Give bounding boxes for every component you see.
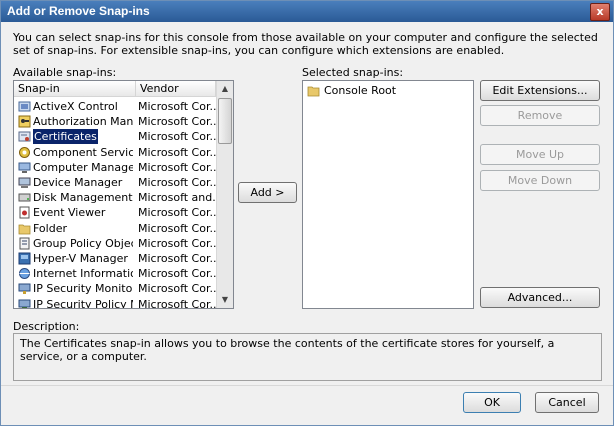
snapin-name: Event Viewer <box>33 206 106 220</box>
move-up-button[interactable]: Move Up <box>480 144 600 165</box>
window-title: Add or Remove Snap-ins <box>7 4 150 18</box>
edit-extensions-button[interactable]: Edit Extensions... <box>480 80 600 101</box>
snapin-vendor: Microsoft Cor... <box>138 176 220 189</box>
available-snapin-row[interactable]: Certificates Microsoft Cor... <box>14 129 220 145</box>
folder-icon <box>18 224 31 234</box>
available-snapin-row[interactable]: Event Viewer Microsoft Cor... <box>14 205 220 220</box>
advanced-button[interactable]: Advanced... <box>480 287 600 308</box>
available-snapin-row[interactable]: Computer Managem... Microsoft Cor... <box>14 160 220 175</box>
snapin-vendor: Microsoft Cor... <box>138 145 220 159</box>
remove-button[interactable]: Remove <box>480 105 600 126</box>
snapin-vendor: Microsoft Cor... <box>138 221 220 235</box>
snapin-vendor: Microsoft Cor... <box>138 236 220 250</box>
computer-management-icon <box>18 162 31 173</box>
available-snapin-row[interactable]: Internet Information... Microsoft Cor... <box>14 266 220 281</box>
description-text: The Certificates snap-in allows you to b… <box>20 337 555 363</box>
available-snapin-row[interactable]: IP Security Monitor Microsoft Cor... <box>14 281 220 296</box>
selected-snapins-label: Selected snap-ins: <box>302 66 404 79</box>
available-snapin-row[interactable]: ActiveX Control Microsoft Cor... <box>14 99 220 114</box>
snapin-name: Folder <box>33 221 67 235</box>
available-snapin-row[interactable]: Group Policy Object ... Microsoft Cor... <box>14 236 220 251</box>
iis-icon <box>19 268 30 280</box>
snapin-name: Certificates <box>33 129 98 145</box>
title-bar[interactable]: Add or Remove Snap-ins x <box>1 1 613 22</box>
snapin-name: Device Manager <box>33 176 123 189</box>
column-header-snapin[interactable]: Snap-in <box>14 81 136 97</box>
snapin-vendor: Microsoft Cor... <box>138 297 220 309</box>
description-label: Description: <box>13 320 80 333</box>
snapin-name: Internet Information... <box>33 267 133 281</box>
snapin-vendor: Microsoft Cor... <box>138 115 220 129</box>
snapin-vendor: Microsoft Cor... <box>138 130 220 144</box>
snapin-name: Component Services <box>33 145 133 159</box>
move-down-button[interactable]: Move Down <box>480 170 600 191</box>
scrollbar-thumb[interactable] <box>218 98 232 144</box>
disk-icon <box>18 193 31 202</box>
ip-security-policy-icon <box>18 299 31 308</box>
available-snapin-row[interactable]: Hyper-V Manager Microsoft Cor... <box>14 251 220 266</box>
scroll-down-icon[interactable]: ▼ <box>217 292 233 308</box>
group-policy-icon <box>19 237 30 250</box>
folder-icon <box>307 86 320 97</box>
snapin-vendor: Microsoft Cor... <box>138 282 220 296</box>
snapin-name: IP Security Policy Ma... <box>33 297 133 309</box>
available-snapin-row[interactable]: Component Services Microsoft Cor... <box>14 145 220 160</box>
snapin-name: Hyper-V Manager <box>33 252 128 265</box>
available-snapin-row[interactable]: Device Manager Microsoft Cor... <box>14 175 220 190</box>
snapin-vendor: Microsoft Cor... <box>138 100 220 113</box>
event-viewer-icon <box>19 206 30 219</box>
hyperv-icon <box>18 252 31 265</box>
add-button[interactable]: Add > <box>238 182 297 203</box>
separator <box>1 385 613 386</box>
snapin-name: Group Policy Object ... <box>33 236 133 250</box>
available-snapin-row[interactable]: Disk Management Microsoft and... <box>14 190 223 205</box>
scroll-up-icon[interactable]: ▲ <box>217 81 233 97</box>
available-snapins-list[interactable]: Snap-in Vendor ActiveX Control Microsoft … <box>13 80 234 309</box>
cancel-button[interactable]: Cancel <box>535 392 599 413</box>
snapin-name: Disk Management <box>33 191 133 205</box>
snapin-vendor: Microsoft Cor... <box>138 267 220 281</box>
available-snapin-row[interactable]: Folder Microsoft Cor... <box>14 221 220 236</box>
authorization-icon <box>18 115 31 128</box>
add-remove-snapins-dialog: Add or Remove Snap-ins x You can select … <box>0 0 614 426</box>
device-manager-icon <box>18 177 31 188</box>
ok-button[interactable]: OK <box>463 392 521 413</box>
component-services-icon <box>19 146 30 158</box>
snapin-vendor: Microsoft Cor... <box>138 206 220 220</box>
snapin-vendor: Microsoft Cor... <box>138 252 220 265</box>
snapin-name: IP Security Monitor <box>33 282 133 296</box>
selected-item-label: Console Root <box>324 84 397 97</box>
snapin-name: ActiveX Control <box>33 100 118 113</box>
ip-security-icon <box>18 283 31 295</box>
snapin-vendor: Microsoft Cor... <box>138 160 220 174</box>
available-list-scrollbar[interactable]: ▲ ▼ <box>216 81 233 308</box>
column-header-vendor[interactable]: Vendor <box>136 81 216 97</box>
snapin-vendor: Microsoft and... <box>138 191 223 205</box>
intro-text: You can select snap-ins for this console… <box>13 31 598 57</box>
certificate-icon <box>18 131 31 142</box>
available-snapin-row[interactable]: Authorization Manager Microsoft Cor... <box>14 114 220 129</box>
snapin-name: Computer Managem... <box>33 160 133 174</box>
description-box: The Certificates snap-in allows you to b… <box>13 333 602 381</box>
available-snapin-row[interactable]: IP Security Policy Ma... Microsoft Cor... <box>14 297 220 309</box>
list-item[interactable]: Console Root <box>303 83 471 98</box>
snapin-name: Authorization Manager <box>33 115 133 129</box>
activex-icon <box>18 101 31 112</box>
close-button[interactable]: x <box>590 3 610 21</box>
available-snapins-label: Available snap-ins: <box>13 66 117 79</box>
selected-snapins-list[interactable]: Console Root <box>302 80 474 309</box>
